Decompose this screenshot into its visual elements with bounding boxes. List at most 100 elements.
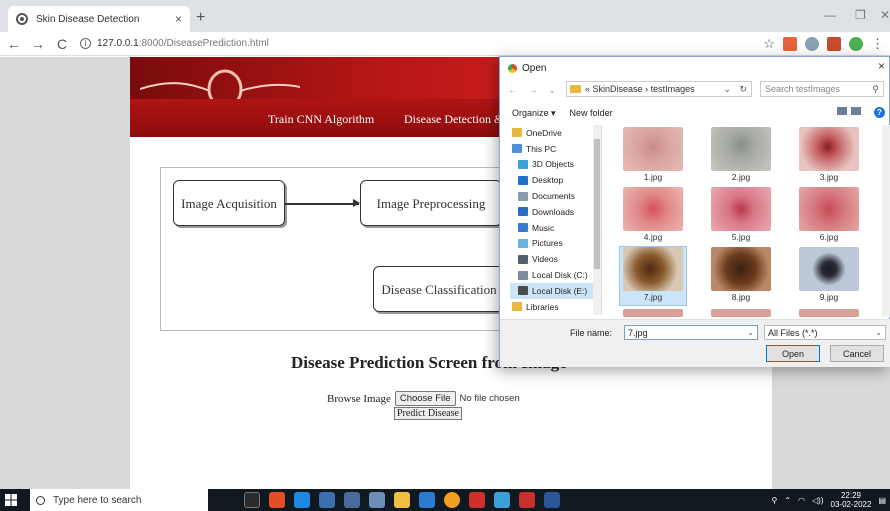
nav-pane-item[interactable]: Desktop — [510, 172, 601, 188]
file-grid-scrollbar[interactable] — [882, 125, 890, 317]
breadcrumb-testimages[interactable]: testImages — [651, 84, 695, 94]
window-restore-button[interactable]: ❐ — [855, 8, 866, 22]
nav-pane-item[interactable]: Local Disk (E:) — [510, 282, 601, 299]
nav-pane-scrollbar[interactable] — [593, 125, 601, 315]
file-name-input[interactable]: 7.jpg ⌄ — [624, 325, 758, 340]
thumbnail-image — [711, 247, 771, 291]
taskbar-search-input[interactable]: Type here to search — [30, 489, 208, 511]
reload-button[interactable]: C — [52, 36, 72, 52]
file-thumbnail[interactable]: 7.jpg — [619, 246, 687, 306]
clock[interactable]: 22:29 03-02-2022 — [831, 491, 872, 509]
nav-pane-item-label: Downloads — [532, 206, 575, 217]
nav-pane-item[interactable]: Libraries — [510, 299, 601, 315]
browser-tab[interactable]: Skin Disease Detection × — [8, 6, 190, 32]
dialog-forward-icon[interactable]: → — [528, 85, 540, 96]
file-thumbnail-partial[interactable] — [708, 309, 774, 317]
breadcrumb-dropdown-icon[interactable]: ⌄ — [723, 84, 731, 95]
bookmark-star-icon[interactable]: ☆ — [763, 36, 775, 52]
nav-pane-item[interactable]: Pictures — [510, 236, 601, 252]
profile-avatar-icon[interactable] — [849, 37, 863, 51]
cancel-button[interactable]: Cancel — [830, 345, 884, 362]
people-icon[interactable]: ⚲ — [771, 496, 777, 505]
refresh-icon[interactable]: ↻ — [739, 84, 747, 95]
back-button[interactable]: ← — [4, 36, 24, 52]
new-folder-button[interactable]: New folder — [570, 108, 613, 118]
app-icon[interactable] — [269, 492, 285, 508]
volume-icon[interactable]: ◁)) — [812, 496, 823, 505]
help-icon[interactable]: ? — [874, 107, 885, 118]
nav-pane-item[interactable]: Music — [510, 220, 601, 236]
file-thumbnail[interactable]: 6.jpg — [796, 187, 862, 245]
file-thumbnail[interactable]: 2.jpg — [708, 127, 774, 185]
start-button[interactable] — [0, 489, 22, 511]
file-thumbnail[interactable]: 1.jpg — [620, 127, 686, 185]
dialog-nav-pane: OneDrive This PC 3D Objects Desktop Document… — [510, 125, 602, 315]
file-thumbnail[interactable]: 8.jpg — [708, 247, 774, 305]
nav-pane-item[interactable]: Downloads — [510, 204, 601, 220]
tray-overflow-icon[interactable]: ⌃ — [784, 496, 791, 505]
file-type-select[interactable]: All Files (*.*) ⌄ — [764, 325, 886, 340]
file-thumbnail[interactable]: 9.jpg — [796, 247, 862, 305]
nav-pane-item[interactable]: This PC — [510, 141, 601, 157]
nav-pane-item[interactable]: Documents — [510, 188, 601, 204]
browser-toolbar: ← → C i 127.0.0.1:8000/DiseasePrediction… — [0, 32, 890, 56]
search-placeholder: Search testImages — [765, 84, 841, 94]
extension-icon[interactable] — [805, 37, 819, 51]
extension-icon[interactable] — [827, 37, 841, 51]
chevron-down-icon[interactable]: ⌄ — [747, 328, 754, 337]
dialog-back-icon[interactable]: ← — [508, 85, 520, 96]
task-view-icon[interactable] — [244, 492, 260, 508]
site-favicon-icon — [16, 13, 28, 25]
edge-icon[interactable] — [294, 492, 310, 508]
flow-node-acquisition: Image Acquisition — [173, 180, 285, 226]
extension-icon[interactable] — [783, 37, 797, 51]
file-thumbnail-partial[interactable] — [620, 309, 686, 317]
app-icon[interactable] — [494, 492, 510, 508]
thumbnail-image — [799, 247, 859, 291]
app-icon[interactable] — [519, 492, 535, 508]
file-explorer-icon[interactable] — [394, 492, 410, 508]
nav-train-cnn[interactable]: Train CNN Algorithm — [268, 112, 374, 127]
window-close-button[interactable]: ✕ — [880, 8, 890, 22]
nav-disease-detection[interactable]: Disease Detection & — [404, 112, 503, 127]
folder-icon — [518, 223, 528, 233]
dialog-breadcrumb[interactable]: « SkinDisease › testImages ⌄ ↻ — [566, 81, 752, 97]
new-tab-button[interactable]: + — [196, 9, 205, 27]
organize-menu[interactable]: Organize ▾ — [512, 108, 556, 119]
view-options-icon[interactable] — [837, 107, 867, 117]
app-icon[interactable] — [469, 492, 485, 508]
choose-file-button[interactable]: Choose File — [394, 391, 456, 406]
app-icon[interactable] — [369, 492, 385, 508]
file-thumbnail[interactable]: 4.jpg — [620, 187, 686, 245]
nav-pane-item[interactable]: 3D Objects — [510, 157, 601, 173]
file-thumbnail[interactable]: 5.jpg — [708, 187, 774, 245]
browser-menu-icon[interactable]: ⋮ — [871, 36, 884, 52]
nav-pane-item[interactable]: Videos — [510, 251, 601, 267]
file-thumbnail-partial[interactable] — [796, 309, 862, 317]
dialog-recent-icon[interactable]: ⌄ — [548, 85, 560, 96]
predict-disease-button[interactable]: Predict Disease — [394, 407, 462, 420]
word-icon[interactable] — [544, 492, 560, 508]
file-thumbnail[interactable]: 3.jpg — [796, 127, 862, 185]
chevron-down-icon[interactable]: ⌄ — [875, 328, 882, 337]
window-minimize-button[interactable]: — — [824, 8, 836, 22]
breadcrumb-overflow[interactable]: « — [585, 84, 590, 94]
app-icon[interactable] — [344, 492, 360, 508]
folder-icon — [518, 238, 528, 248]
dialog-search-input[interactable]: Search testImages ⚲ — [760, 81, 884, 97]
chrome-taskbar-icon[interactable] — [444, 492, 460, 508]
nav-pane-item[interactable]: OneDrive — [510, 125, 601, 141]
forward-button[interactable]: → — [28, 36, 48, 52]
app-icon[interactable] — [319, 492, 335, 508]
site-info-icon[interactable]: i — [80, 38, 91, 49]
notifications-icon[interactable]: ▤ — [878, 496, 886, 505]
nav-pane-item-label: Music — [532, 222, 555, 233]
tab-close-icon[interactable]: × — [175, 12, 182, 26]
app-icon[interactable] — [419, 492, 435, 508]
nav-pane-item[interactable]: Local Disk (C:) — [510, 267, 601, 283]
network-icon[interactable]: ◠ — [798, 496, 805, 505]
open-button[interactable]: Open — [766, 345, 820, 362]
address-bar[interactable]: i 127.0.0.1:8000/DiseasePrediction.html — [80, 38, 269, 49]
breadcrumb-skindisease[interactable]: SkinDisease — [593, 84, 643, 94]
dialog-close-button[interactable]: × — [878, 59, 885, 73]
